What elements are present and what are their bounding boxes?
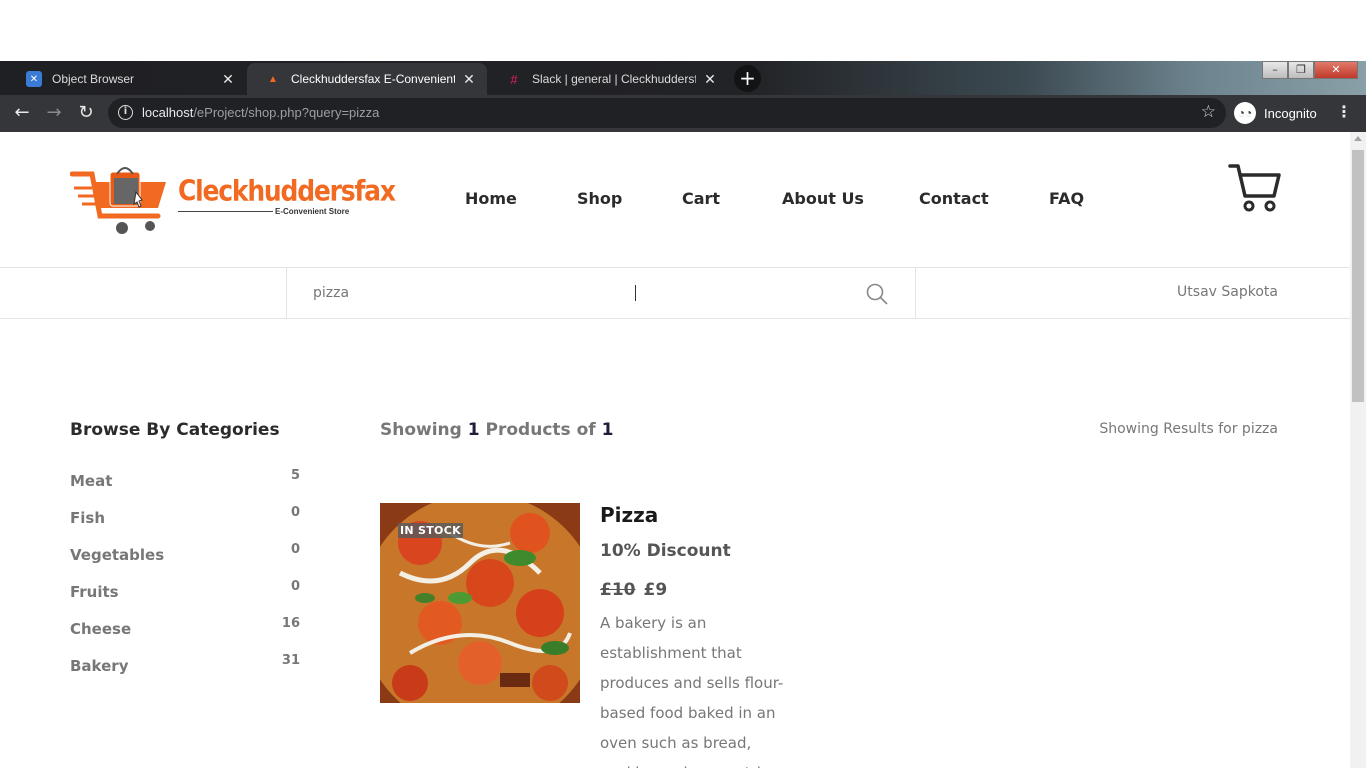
site-logo[interactable]: Cleckhuddersfax E-Convenient Store: [69, 164, 396, 239]
product-price: £10 £9: [600, 580, 667, 600]
category-name: Meat: [70, 472, 113, 490]
product-discount: 10% Discount: [600, 541, 731, 561]
nav-shop[interactable]: Shop: [577, 189, 622, 208]
new-tab-button[interactable]: +: [734, 65, 761, 92]
tab-object-browser[interactable]: ✕ Object Browser ✕: [8, 63, 246, 95]
category-item-cheese[interactable]: Cheese 16: [70, 616, 300, 653]
category-count: 0: [290, 542, 300, 557]
window-close-icon[interactable]: ✕: [1314, 61, 1358, 79]
in-stock-badge: IN STOCK: [398, 523, 463, 538]
forward-arrow-icon[interactable]: →: [42, 102, 66, 126]
category-item-fruits[interactable]: Fruits 0: [70, 579, 300, 616]
search-row: Utsav Sapkota: [0, 267, 1350, 319]
address-bar[interactable]: i localhost/eProject/shop.php?query=pizz…: [108, 98, 1226, 128]
nav-contact[interactable]: Contact: [919, 189, 989, 208]
category-name: Bakery: [70, 657, 129, 675]
category-count: 0: [290, 579, 300, 594]
close-icon[interactable]: ✕: [220, 71, 236, 88]
categories-heading: Browse By Categories: [70, 420, 280, 440]
category-item-vegetables[interactable]: Vegetables 0: [70, 542, 300, 579]
old-price: £10: [600, 580, 636, 600]
xampp-icon: ▲: [268, 73, 278, 85]
category-count: 5: [290, 468, 300, 483]
user-name-link[interactable]: Utsav Sapkota: [1177, 284, 1278, 300]
incognito-label: Incognito: [1264, 105, 1317, 121]
info-icon[interactable]: i: [118, 105, 133, 120]
slack-icon: #: [510, 71, 518, 87]
tab-slack[interactable]: # Slack | general | Cleckhuddersfax ✕: [488, 63, 728, 95]
bookmark-star-icon[interactable]: ☆: [1201, 102, 1216, 122]
tab-label: Slack | general | Cleckhuddersfax: [532, 72, 696, 86]
product-name[interactable]: Pizza: [600, 503, 658, 527]
category-name: Vegetables: [70, 546, 165, 564]
brand-tagline: E-Convenient Store: [275, 207, 350, 216]
nav-home[interactable]: Home: [465, 189, 517, 208]
close-icon[interactable]: ✕: [461, 71, 477, 88]
category-item-bakery[interactable]: Bakery 31: [70, 653, 300, 690]
tagline-divider: [178, 211, 273, 212]
showing-mid: Products of: [485, 420, 596, 440]
nav-about-us[interactable]: About Us: [782, 189, 864, 208]
nav-faq[interactable]: FAQ: [1049, 189, 1084, 208]
url-path: /eProject/shop.php?query=pizza: [193, 105, 380, 120]
category-list: Meat 5 Fish 0 Vegetables 0 Fruits 0 Chee…: [70, 468, 300, 690]
window-controls: – ❐ ✕: [1262, 61, 1358, 79]
browser-tab-bar: ✕ Object Browser ✕ ▲ Cleckhuddersfax E-C…: [0, 61, 1366, 95]
top-blank-area: [0, 0, 1366, 61]
minimize-icon[interactable]: –: [1262, 61, 1288, 79]
close-icon[interactable]: ✕: [702, 71, 718, 88]
tab-label: Cleckhuddersfax E-Convenient St: [291, 72, 455, 86]
results-label: Showing Results for pizza: [1099, 421, 1278, 437]
menu-kebab-icon[interactable]: ⋮: [1336, 102, 1352, 121]
showing-total: 1: [601, 420, 614, 440]
product-description: A bakery is an establishment that produc…: [600, 614, 784, 768]
url-host: localhost: [142, 105, 194, 120]
brand-name: Cleckhuddersfax: [178, 174, 396, 208]
category-item-meat[interactable]: Meat 5: [70, 468, 300, 505]
search-input[interactable]: [313, 280, 853, 306]
web-page: Cleckhuddersfax E-Convenient Store Home …: [0, 132, 1350, 768]
browser-toolbar: ← → ↻ i localhost/eProject/shop.php?quer…: [0, 95, 1366, 132]
search-box: [286, 268, 916, 318]
incognito-indicator[interactable]: ◔◔ Incognito: [1234, 102, 1317, 124]
category-name: Cheese: [70, 620, 132, 638]
url-text[interactable]: localhost/eProject/shop.php?query=pizza: [142, 105, 379, 120]
scrollbar-thumb[interactable]: [1352, 150, 1364, 402]
object-browser-icon: ✕: [26, 71, 42, 87]
incognito-icon: ◔◔: [1234, 102, 1256, 124]
category-count: 31: [281, 653, 300, 668]
category-name: Fruits: [70, 583, 119, 601]
category-count: 0: [290, 505, 300, 520]
text-caret: [635, 285, 636, 301]
category-count: 16: [281, 616, 300, 631]
reload-icon[interactable]: ↻: [74, 102, 98, 126]
back-arrow-icon[interactable]: ←: [10, 102, 34, 126]
category-item-fish[interactable]: Fish 0: [70, 505, 300, 542]
cart-icon[interactable]: [1228, 162, 1282, 214]
product-count-heading: Showing 1 Products of 1: [380, 420, 613, 440]
tab-cleckhuddersfax[interactable]: ▲ Cleckhuddersfax E-Convenient St ✕: [247, 63, 487, 95]
category-name: Fish: [70, 509, 105, 527]
scroll-up-arrow-icon[interactable]: [1354, 136, 1362, 141]
restore-icon[interactable]: ❐: [1288, 61, 1314, 79]
showing-count: 1: [467, 420, 480, 440]
search-icon[interactable]: [865, 282, 889, 306]
current-price: £9: [643, 580, 668, 600]
page-scrollbar[interactable]: [1350, 132, 1366, 768]
shopping-cart-logo-icon: [69, 167, 166, 234]
tab-label: Object Browser: [52, 72, 135, 86]
showing-prefix: Showing: [380, 420, 462, 440]
nav-cart[interactable]: Cart: [682, 189, 720, 208]
